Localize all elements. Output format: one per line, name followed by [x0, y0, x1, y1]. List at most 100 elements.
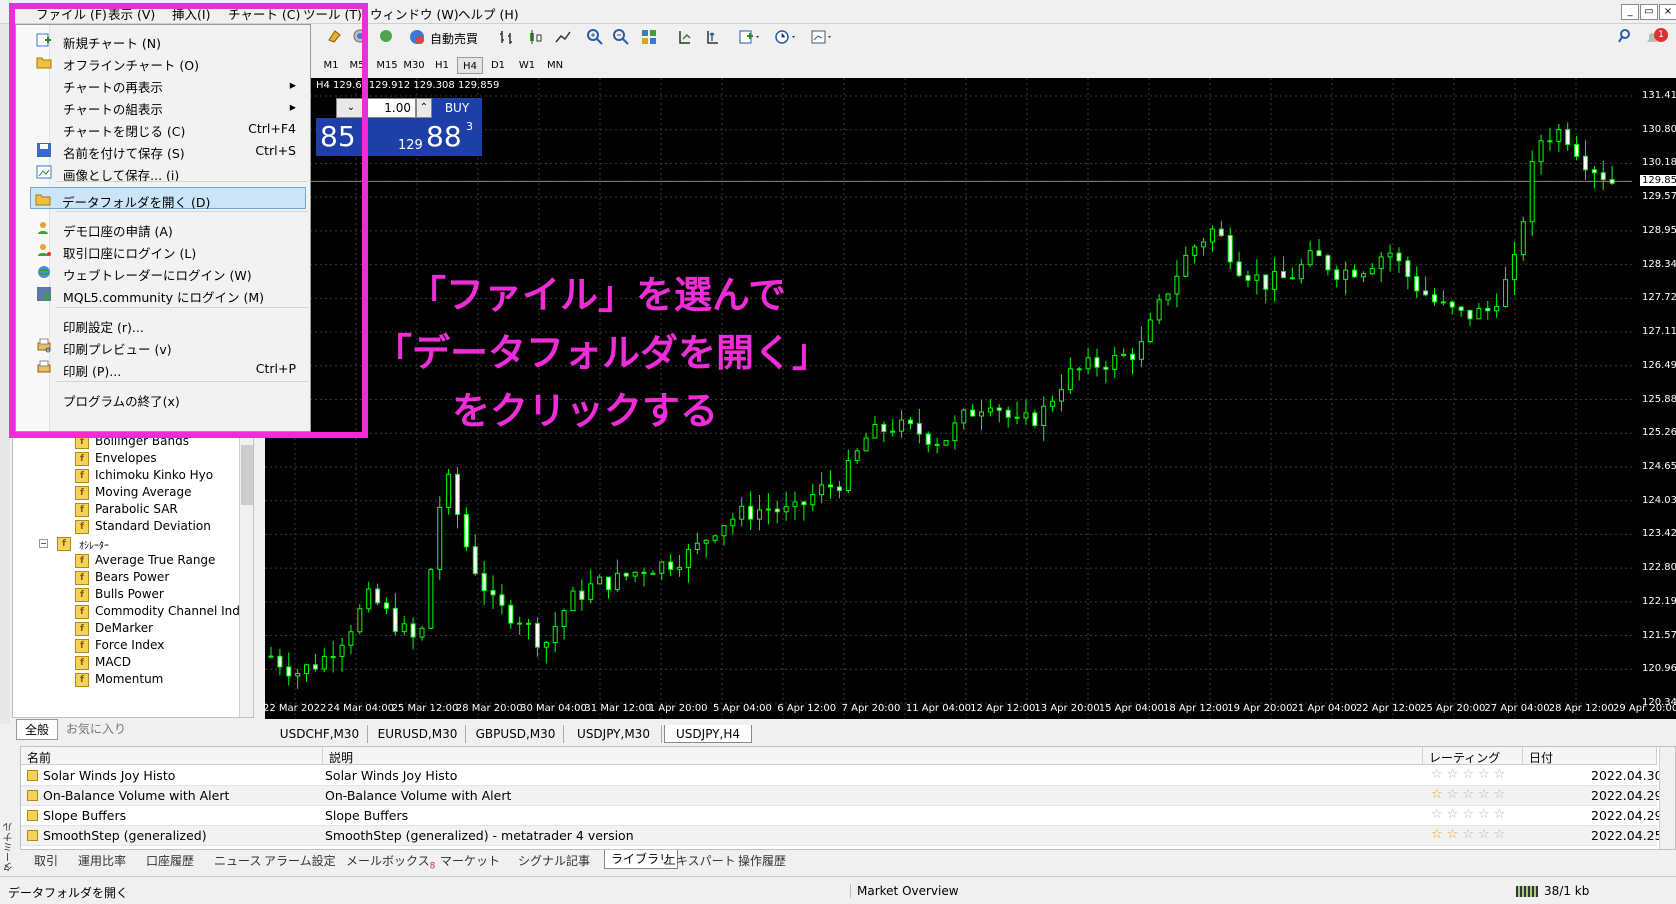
tab-general[interactable]: 全般 — [16, 719, 59, 740]
close-window-button[interactable]: × — [1659, 4, 1676, 20]
indicator-icon: f — [75, 673, 89, 687]
terminal-tab-label: シグナル — [518, 854, 567, 868]
terminal-tab[interactable]: ニュース — [214, 852, 261, 869]
candle-body — [1192, 246, 1198, 256]
menu-window[interactable]: ウィンドウ (W) — [370, 4, 459, 23]
tab-gbpusd-m30[interactable]: GBPUSD,M30 — [468, 725, 564, 743]
candle-body — [1334, 269, 1340, 280]
terminal-tab[interactable]: エキスパート — [664, 852, 736, 869]
indicators-dropdown-icon[interactable] — [738, 28, 764, 48]
table-row[interactable]: Slope Buffers Slope Buffers ☆☆☆☆☆ 2022.04.2… — [21, 806, 1663, 826]
tile-windows-icon[interactable] — [640, 28, 660, 48]
indicator-icon: f — [75, 588, 89, 602]
tab-usdjpy-h4[interactable]: USDJPY,H4 — [664, 725, 752, 743]
table-row[interactable]: SmoothStep (generalized) SmoothStep (gene… — [21, 826, 1663, 846]
restore-button[interactable]: ▭ — [1640, 4, 1658, 20]
table-row[interactable]: On-Balance Volume with Alert On-Balance V… — [21, 786, 1663, 806]
terminal-tab[interactable]: 操作履歴 — [738, 852, 786, 869]
annotation-line2: 「データフォルダを開く」 — [374, 331, 831, 375]
indicator-icon: f — [75, 571, 89, 585]
script-file-icon — [27, 790, 38, 801]
scroll-thumb[interactable] — [241, 445, 253, 505]
candle-body — [419, 627, 425, 638]
tab-favorites[interactable]: お気に入り — [66, 720, 126, 737]
col-name[interactable]: 名前 — [21, 747, 323, 765]
notifications-button[interactable]: 1 — [1644, 28, 1672, 48]
star-icon: ☆ — [1493, 787, 1510, 802]
candle-body — [1281, 271, 1286, 279]
tab-usdjpy-m30[interactable]: USDJPY,M30 — [566, 725, 662, 743]
star-icon: ☆ — [1431, 807, 1447, 822]
row-description: On-Balance Volume with Alert — [325, 788, 512, 803]
star-icon: ☆ — [1493, 827, 1510, 842]
script-file-icon — [27, 810, 38, 821]
price-tick-label: 131.415 — [1642, 90, 1676, 101]
tf-h4[interactable]: H4 — [457, 57, 483, 74]
autoscroll-icon[interactable] — [704, 28, 724, 48]
terminal-tab[interactable]: 取引 — [34, 852, 58, 869]
terminal-tab[interactable]: アラーム設定 — [264, 852, 336, 869]
terminal-tab[interactable]: 運用比率 — [78, 852, 126, 869]
row-date: 2022.04.25 — [1591, 828, 1663, 843]
periods-dropdown-icon[interactable] — [774, 28, 800, 48]
tf-m15[interactable]: M15 — [374, 57, 400, 74]
indicator-icon: f — [75, 656, 89, 670]
templates-dropdown-icon[interactable] — [810, 28, 836, 48]
candle-body — [490, 590, 496, 596]
row-date: 2022.04.29 — [1591, 788, 1663, 803]
date-tick-label: 28 Apr 12:00 — [1548, 703, 1614, 714]
table-row[interactable]: Solar Winds Joy Histo Solar Winds Joy His… — [21, 766, 1663, 786]
collapse-toggle-icon[interactable]: − — [39, 539, 48, 548]
candle-body — [277, 655, 283, 668]
terminal-tab[interactable]: マーケット — [440, 852, 500, 869]
tf-w1[interactable]: W1 — [514, 57, 540, 74]
terminal-tab[interactable]: メールボックス8 — [346, 852, 435, 871]
bar-chart-icon[interactable] — [498, 28, 518, 48]
tf-mn[interactable]: MN — [542, 57, 568, 74]
buy-price-display[interactable]: 129 88 3 — [368, 118, 482, 156]
autotrade-button[interactable]: 自動売買 — [408, 28, 494, 48]
date-tick-label: 12 Apr 12:00 — [970, 703, 1036, 714]
zoom-out-icon[interactable] — [612, 28, 632, 48]
candle-body — [881, 423, 887, 433]
navigator-scrollbar[interactable] — [239, 419, 253, 717]
candle-body — [543, 642, 549, 648]
lot-increase-button[interactable]: ⌃ — [416, 98, 432, 118]
terminal-tab[interactable]: 記事 — [566, 852, 590, 869]
candle-body — [1014, 416, 1020, 419]
col-date[interactable]: 日付 — [1523, 747, 1657, 765]
minimize-button[interactable]: _ — [1621, 4, 1639, 20]
date-tick-label: 7 Apr 20:00 — [841, 703, 901, 714]
candle-body — [268, 655, 274, 658]
terminal-tab-label: 口座履歴 — [146, 854, 195, 868]
tf-d1[interactable]: D1 — [485, 57, 511, 74]
col-description[interactable]: 説明 — [323, 747, 1423, 765]
tab-usdchf-m30[interactable]: USDCHF,M30 — [272, 725, 368, 743]
lot-size-input[interactable]: 1.00 — [366, 98, 416, 118]
globe-icon[interactable] — [378, 28, 396, 48]
tab-eurusd-m30[interactable]: EURUSD,M30 — [370, 725, 466, 743]
date-tick-label: 1 Apr 20:00 — [648, 703, 708, 714]
navigator-tabs: 全般 お気に入り — [12, 718, 254, 740]
line-chart-icon[interactable] — [554, 28, 574, 48]
candle-body — [552, 626, 558, 644]
chart-shift-icon[interactable] — [676, 28, 696, 48]
menu-help[interactable]: ヘルプ (H) — [458, 4, 519, 23]
search-icon[interactable] — [1618, 28, 1636, 48]
candle-body — [1076, 368, 1082, 371]
col-rating[interactable]: レーティング — [1423, 747, 1523, 765]
terminal-tab[interactable]: 口座履歴 — [146, 852, 194, 869]
candle-body — [961, 409, 967, 424]
candle-body — [428, 568, 434, 629]
tf-h1[interactable]: H1 — [429, 57, 455, 74]
row-name: Solar Winds Joy Histo — [43, 768, 176, 783]
candle-chart-icon[interactable] — [526, 28, 546, 48]
candle-body — [312, 664, 318, 670]
candle-body — [410, 623, 416, 638]
terminal-scrollbar[interactable] — [1659, 747, 1675, 849]
indicator-icon: f — [75, 503, 89, 517]
terminal-tab[interactable]: シグナル — [518, 852, 566, 869]
tf-m30[interactable]: M30 — [401, 57, 427, 74]
zoom-in-icon[interactable] — [586, 28, 606, 48]
buy-button[interactable]: BUY — [432, 98, 482, 118]
